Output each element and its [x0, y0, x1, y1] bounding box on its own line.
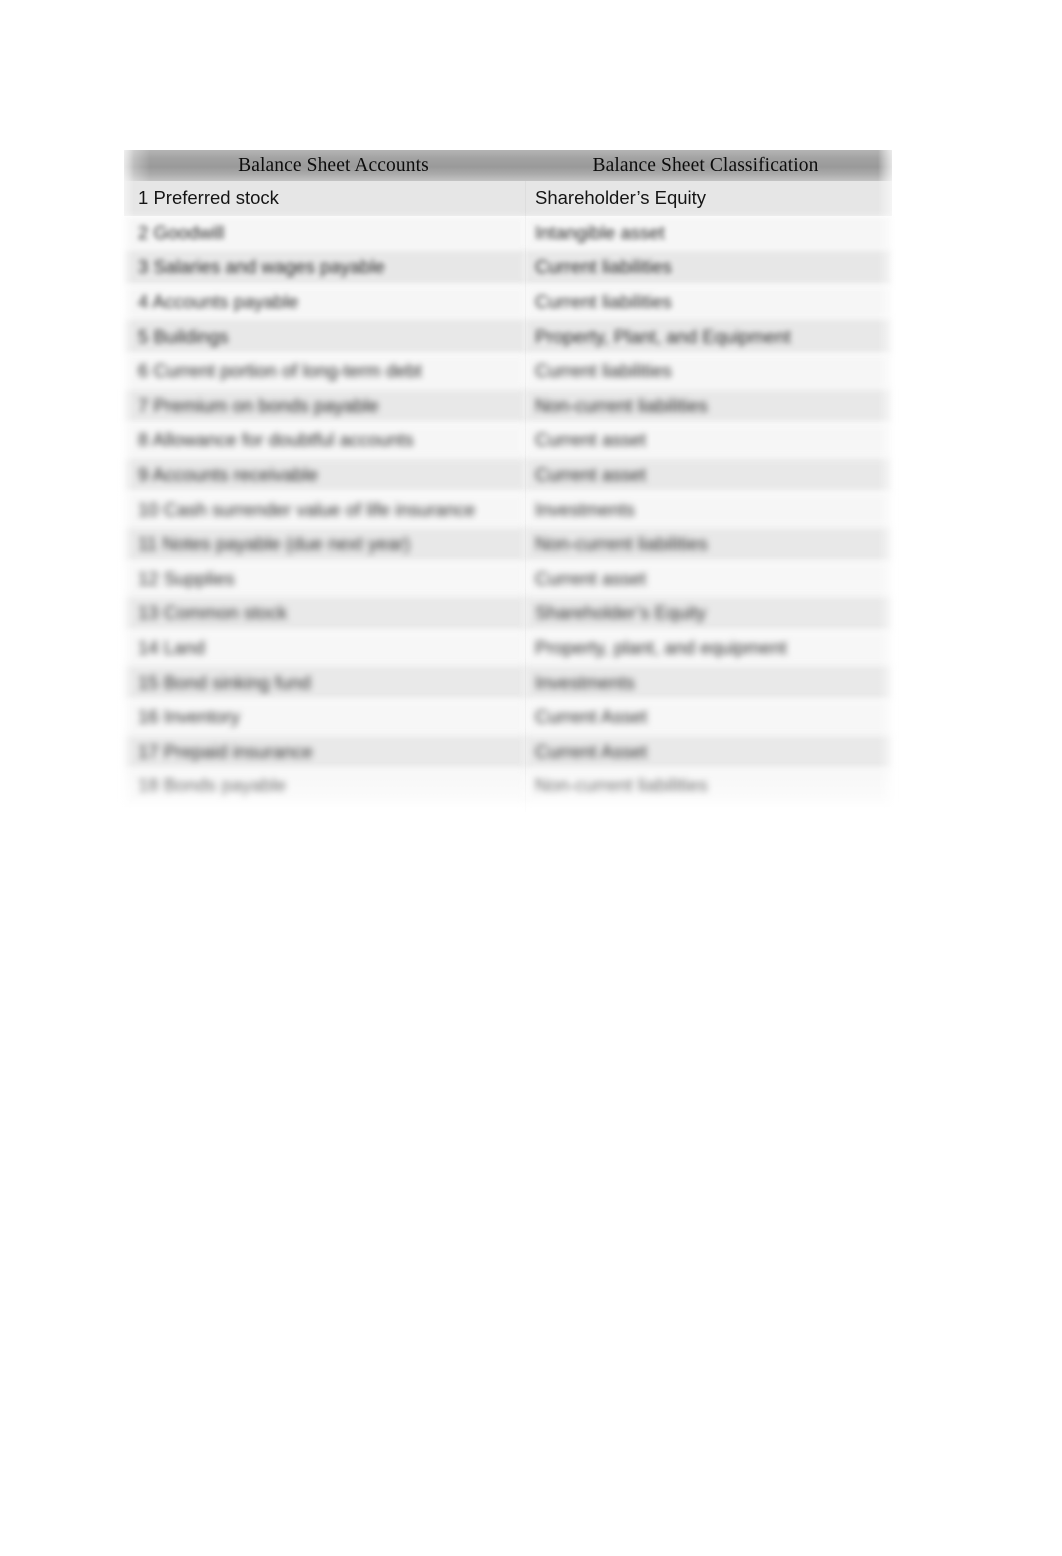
cell-account: 16 Inventory — [124, 699, 525, 735]
account-name: Accounts payable — [152, 291, 299, 313]
cell-classification: Shareholder’s Equity — [525, 596, 892, 631]
table-row: 5 Buildings Property, Plant, and Equipmen… — [124, 319, 892, 354]
cell-account: 13 Common stock — [124, 596, 525, 631]
table-row: 2 Goodwill Intangible asset — [124, 215, 892, 251]
cell-account: 14 Land — [124, 630, 525, 666]
cell-classification: Current Asset — [525, 699, 892, 735]
column-header-balance-sheet-accounts: Balance Sheet Accounts — [124, 150, 525, 181]
cell-account: 8 Allowance for doubtful accounts — [124, 423, 525, 458]
cell-classification: Non-current liabilities — [525, 388, 892, 424]
account-name: Notes payable (due next year) — [162, 533, 411, 555]
cell-classification: Current asset — [525, 423, 892, 458]
table-row: 16 Inventory Current Asset — [124, 699, 892, 735]
account-name: Common stock — [163, 602, 288, 624]
cell-classification: Current liabilities — [525, 250, 892, 285]
table-row: 7 Premium on bonds payable Non-current li… — [124, 388, 892, 424]
cell-classification: Current Asset — [525, 734, 892, 770]
table-row: 9 Accounts receivable Current asset — [124, 457, 892, 493]
balance-sheet-table: Balance Sheet Accounts Balance Sheet Cla… — [124, 150, 892, 804]
cell-classification: Non-current liabilities — [525, 769, 892, 804]
cell-account: 3 Salaries and wages payable — [124, 250, 525, 285]
balance-sheet-table-container: Balance Sheet Accounts Balance Sheet Cla… — [118, 146, 898, 818]
cell-account: 11 Notes payable (due next year) — [124, 526, 525, 562]
row-number: 9 — [138, 464, 149, 486]
row-number: 7 — [138, 394, 149, 416]
row-number: 6 — [138, 360, 149, 382]
row-number: 11 — [138, 533, 158, 555]
account-name: Premium on bonds payable — [153, 394, 379, 416]
account-name: Bonds payable — [163, 775, 287, 797]
cell-classification: Current asset — [525, 561, 892, 597]
account-name: Salaries and wages payable — [153, 256, 385, 278]
cell-classification: Current asset — [525, 457, 892, 493]
cell-classification: Non-current liabilities — [525, 526, 892, 562]
row-number: 15 — [138, 671, 159, 693]
table-row: 4 Accounts payable Current liabilities — [124, 284, 892, 320]
table-row: 13 Common stock Shareholder’s Equity — [124, 596, 892, 631]
document-page: Balance Sheet Accounts Balance Sheet Cla… — [0, 0, 1062, 1556]
account-name: Land — [163, 637, 205, 659]
cell-account: 10 Cash surrender value of life insuranc… — [124, 492, 525, 527]
row-number: 18 — [138, 775, 159, 797]
table-header: Balance Sheet Accounts Balance Sheet Cla… — [124, 150, 892, 181]
account-name: Goodwill — [153, 221, 225, 243]
cell-classification: Intangible asset — [525, 215, 892, 251]
row-number: 10 — [138, 498, 159, 520]
cell-account: 12 Supplies — [124, 561, 525, 597]
row-number: 12 — [138, 567, 159, 589]
account-name: Prepaid insurance — [163, 740, 313, 762]
cell-classification: Property, plant, and equipment — [525, 630, 892, 666]
account-name: Accounts receivable — [152, 464, 318, 486]
table-row: 3 Salaries and wages payable Current liab… — [124, 250, 892, 285]
row-number: 4 — [138, 291, 149, 313]
row-number: 14 — [138, 637, 159, 659]
table-row: 12 Supplies Current asset — [124, 561, 892, 597]
account-name: Inventory — [163, 706, 240, 728]
account-name: Supplies — [163, 567, 235, 589]
cell-classification: Current liabilities — [525, 284, 892, 320]
table-row: 17 Prepaid insurance Current Asset — [124, 734, 892, 770]
row-number: 17 — [138, 740, 159, 762]
cell-account: 17 Prepaid insurance — [124, 734, 525, 770]
account-name: Allowance for doubtful accounts — [152, 429, 414, 451]
account-name: Cash surrender value of life insurance — [163, 498, 476, 520]
table-row: 14 Land Property, plant, and equipment — [124, 630, 892, 666]
table-row: 11 Notes payable (due next year) Non-curr… — [124, 526, 892, 562]
cell-account: 4 Accounts payable — [124, 284, 525, 320]
row-number: 8 — [138, 429, 149, 451]
cell-classification: Property, Plant, and Equipment — [525, 319, 892, 354]
cell-account: 6 Current portion of long-term debt — [124, 353, 525, 389]
cell-account: 1 Preferred stock — [124, 181, 525, 216]
cell-account: 7 Premium on bonds payable — [124, 388, 525, 424]
cell-classification: Current liabilities — [525, 353, 892, 389]
row-number: 2 — [138, 221, 149, 243]
cell-account: 15 Bond sinking fund — [124, 665, 525, 700]
cell-classification: Investments — [525, 492, 892, 527]
account-name: Bond sinking fund — [163, 671, 311, 693]
row-number: 16 — [138, 706, 159, 728]
account-name: Buildings — [153, 325, 229, 347]
column-header-balance-sheet-classification: Balance Sheet Classification — [525, 150, 892, 181]
row-number: 5 — [138, 325, 149, 347]
table-row: 8 Allowance for doubtful accounts Current… — [124, 423, 892, 458]
table-row: 6 Current portion of long-term debt Curre… — [124, 353, 892, 389]
table-row: 15 Bond sinking fund Investments — [124, 665, 892, 700]
row-number: 1 — [138, 187, 149, 209]
cell-account: 5 Buildings — [124, 319, 525, 354]
table-body: 1 Preferred stock Shareholder’s Equity 2 G… — [124, 181, 892, 804]
cell-classification: Investments — [525, 665, 892, 700]
cell-account: 9 Accounts receivable — [124, 457, 525, 493]
table-row: 10 Cash surrender value of life insuranc… — [124, 492, 892, 527]
table-row: 18 Bonds payable Non-current liabilities — [124, 769, 892, 804]
cell-classification: Shareholder’s Equity — [525, 181, 892, 216]
cell-account: 18 Bonds payable — [124, 769, 525, 804]
table-row: 1 Preferred stock Shareholder’s Equity — [124, 181, 892, 216]
account-name: Current portion of long-term debt — [153, 360, 422, 382]
row-number: 13 — [138, 602, 159, 624]
account-name: Preferred stock — [153, 187, 279, 209]
table-header-row: Balance Sheet Accounts Balance Sheet Cla… — [124, 150, 892, 181]
row-number: 3 — [138, 256, 149, 278]
cell-account: 2 Goodwill — [124, 215, 525, 251]
